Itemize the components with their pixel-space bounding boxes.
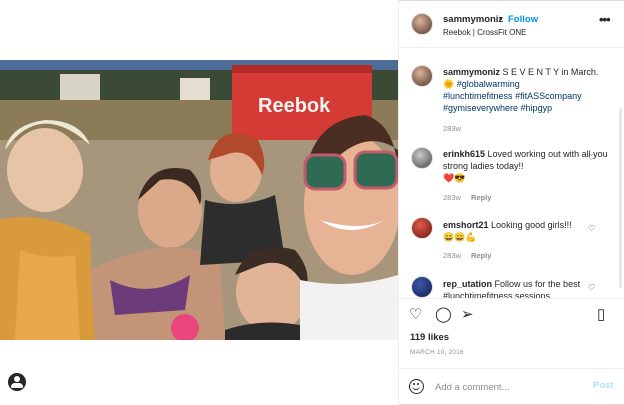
- comment-icon[interactable]: ◯: [435, 307, 452, 323]
- sign-text: Reebok: [258, 95, 331, 117]
- comment-like-icon[interactable]: ♡: [588, 153, 596, 162]
- hashtag-link[interactable]: #globalwarming: [457, 79, 520, 89]
- author-avatar[interactable]: [411, 13, 433, 35]
- comment-like-icon[interactable]: ♡: [588, 283, 596, 292]
- account-icon[interactable]: [8, 373, 26, 391]
- comment-like-icon[interactable]: ♡: [588, 224, 596, 233]
- comment-age[interactable]: 283w: [443, 251, 461, 260]
- comment-meta: 283w Reply: [443, 251, 491, 260]
- emoji-icon[interactable]: [409, 379, 424, 394]
- comment-age[interactable]: 283w: [443, 193, 461, 202]
- hashtag-link[interactable]: #fitASScompany: [515, 91, 582, 101]
- add-comment-bar: Post: [399, 368, 624, 405]
- hashtag-link[interactable]: #gymiseverywhere: [443, 103, 518, 113]
- comment-body: Looking good girls!!!: [491, 220, 572, 230]
- author-username[interactable]: sammymoniz: [443, 14, 503, 25]
- post-date[interactable]: MARCH 10, 2016: [410, 349, 464, 356]
- post-button[interactable]: Post: [593, 380, 614, 391]
- comments-scrollbar[interactable]: [619, 108, 622, 288]
- caption-avatar[interactable]: [411, 65, 433, 87]
- share-icon[interactable]: ➢: [461, 307, 474, 323]
- reply-button[interactable]: Reply: [471, 193, 491, 202]
- commenter-avatar[interactable]: [411, 147, 433, 169]
- caption-age[interactable]: 283w: [443, 124, 461, 133]
- caption-username[interactable]: sammymoniz: [443, 67, 500, 77]
- comment-emoji: ❤️😎: [443, 173, 466, 183]
- comment-emoji: 😀😀💪: [443, 232, 477, 242]
- author-subtitle[interactable]: Reebok | CrossFit ONE: [443, 28, 526, 37]
- photo-area: Reebok: [0, 0, 398, 405]
- post-actions: ♡ ◯ ➢ ▯ 119 likes MARCH 10, 2016: [399, 298, 624, 368]
- follow-button[interactable]: Follow: [508, 14, 538, 25]
- comments-list: sammymoniz S E V E N T Y in March. 🌞 #gl…: [399, 48, 624, 298]
- header-separator: •: [499, 14, 503, 25]
- caption-text: sammymoniz S E V E N T Y in March. 🌞 #gl…: [443, 66, 613, 114]
- comment-username[interactable]: rep_utation: [443, 279, 492, 289]
- comment-input[interactable]: [435, 378, 585, 396]
- heart-icon[interactable]: ♡: [409, 307, 422, 323]
- post-header: sammymoniz • Follow Reebok | CrossFit ON…: [399, 0, 624, 48]
- caption-body: S E V E N T Y in March.: [502, 67, 599, 77]
- bookmark-icon[interactable]: ▯: [597, 307, 605, 323]
- commenter-avatar[interactable]: [411, 276, 433, 298]
- comment-username[interactable]: emshort21: [443, 220, 489, 230]
- hashtag-link[interactable]: #lunchtimefitness: [443, 91, 513, 101]
- commenter-avatar[interactable]: [411, 217, 433, 239]
- more-options-icon[interactable]: •••: [599, 12, 611, 27]
- comment-meta: 283w Reply: [443, 193, 491, 202]
- likes-count[interactable]: 119 likes: [410, 332, 449, 343]
- caption-emoji: 🌞: [443, 79, 455, 89]
- photo-illustration: Reebok: [0, 60, 398, 340]
- reply-button[interactable]: Reply: [471, 251, 491, 260]
- hashtag-link[interactable]: #hipgyp: [521, 103, 553, 113]
- post-sidebar: sammymoniz • Follow Reebok | CrossFit ON…: [398, 0, 624, 405]
- post-photo[interactable]: Reebok: [0, 60, 398, 340]
- comment-username[interactable]: erinkh615: [443, 149, 485, 159]
